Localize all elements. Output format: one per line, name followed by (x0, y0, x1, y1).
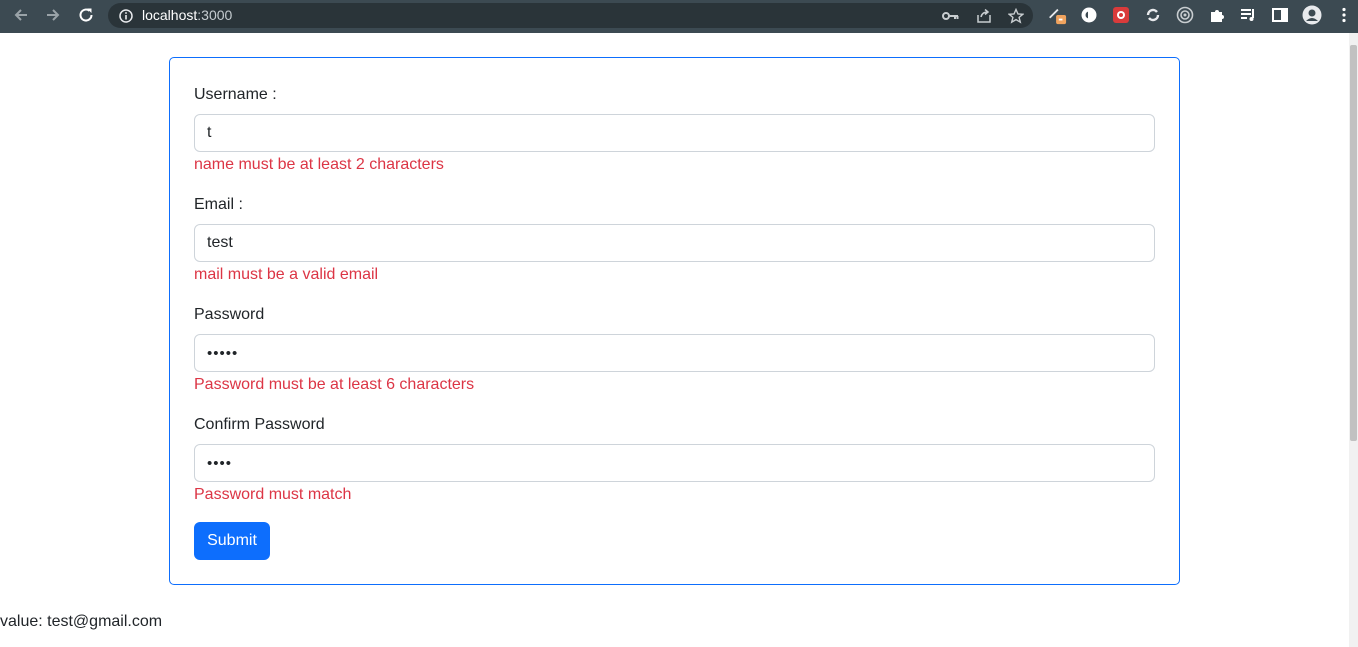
share-icon[interactable] (975, 7, 993, 25)
signup-form: Username : name must be at least 2 chara… (169, 57, 1180, 585)
confirm-password-label: Confirm Password (194, 416, 325, 433)
url-port: :3000 (197, 7, 233, 23)
username-label: Username : (194, 86, 277, 103)
address-url: localhost:3000 (142, 7, 232, 24)
address-bar[interactable]: localhost:3000 (108, 3, 1033, 28)
url-host: localhost (142, 7, 198, 23)
extension-pencil-icon[interactable] (1047, 5, 1067, 25)
back-button[interactable] (8, 4, 34, 26)
extension-red-icon[interactable] (1111, 5, 1131, 25)
forward-arrow-icon (47, 9, 60, 21)
bookmark-star-icon[interactable] (1007, 7, 1025, 25)
page-scrollbar[interactable] (1349, 33, 1358, 647)
email-input[interactable] (194, 224, 1155, 262)
email-error: mail must be a valid email (194, 266, 379, 283)
key-icon[interactable] (942, 7, 960, 25)
password-error: Password must be at least 6 characters (194, 376, 475, 393)
username-input[interactable] (194, 114, 1155, 152)
browser-menu-icon[interactable] (1334, 5, 1354, 25)
output-value-text: value: test@gmail.com (0, 613, 163, 630)
site-info-icon[interactable] (117, 7, 135, 25)
extension-circle-icon[interactable] (1079, 5, 1099, 25)
password-label: Password (194, 306, 265, 323)
extensions-puzzle-icon[interactable] (1207, 5, 1227, 25)
username-error: name must be at least 2 characters (194, 156, 444, 173)
media-queue-icon[interactable] (1238, 5, 1258, 25)
password-input[interactable] (194, 334, 1155, 372)
back-arrow-icon (14, 9, 27, 21)
profile-avatar-icon[interactable] (1302, 5, 1322, 25)
email-label: Email : (194, 196, 243, 213)
confirm-password-input[interactable] (194, 444, 1155, 482)
reload-icon (79, 8, 93, 22)
browser-toolbar: localhost:3000 (0, 0, 1358, 33)
submit-button[interactable]: Submit (194, 522, 270, 560)
reload-button[interactable] (73, 4, 99, 26)
scrollbar-thumb[interactable] (1350, 45, 1357, 441)
extension-target-icon[interactable] (1175, 5, 1195, 25)
confirm-password-error: Password must match (194, 486, 352, 503)
side-panel-icon[interactable] (1270, 5, 1290, 25)
forward-button[interactable] (40, 4, 66, 26)
extension-sync-icon[interactable] (1143, 5, 1163, 25)
